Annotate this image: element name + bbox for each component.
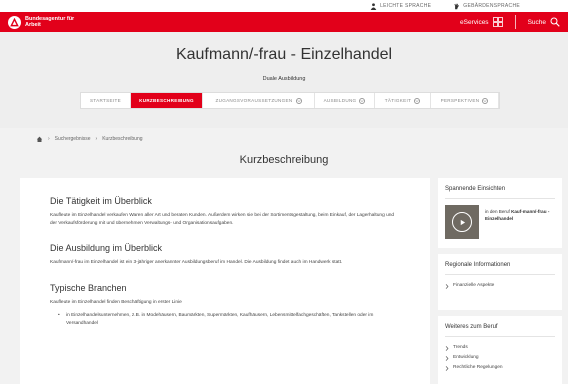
tab-ausbildung[interactable]: AUSBILDUNG (315, 93, 375, 108)
more-card: Weiteres zum Beruf Trends Entwicklung Re… (438, 316, 562, 384)
section-heading: Die Ausbildung im Überblick (50, 243, 163, 253)
eservices-label: eServices (460, 18, 489, 26)
link-trends[interactable]: Trends (445, 343, 555, 353)
tab-label: AUSBILDUNG (323, 98, 357, 103)
logo-link[interactable]: Bundesagentur für Arbeit (8, 15, 85, 29)
tab-label: ZUGANGSVORAUSSETZUNGEN (215, 98, 293, 103)
tab-label: STARTSEITE (90, 98, 121, 103)
tab-startseite[interactable]: STARTSEITE (81, 93, 131, 108)
tab-perspektiven[interactable]: PERSPEKTIVEN (431, 93, 499, 108)
play-icon (452, 212, 472, 232)
header-actions: eServices Suche (460, 15, 560, 29)
link-label: Entwicklung (453, 355, 479, 360)
section-tabs: STARTSEITE KURZBESCHREIBUNG ZUGANGSVORAU… (80, 92, 500, 109)
hero: Kaufmann/-frau - Einzelhandel Duale Ausb… (0, 32, 568, 128)
chevron-down-icon (482, 97, 489, 104)
link-label: Trends (453, 345, 468, 350)
tab-label: TÄTIGKEIT (384, 98, 412, 103)
page-subtitle: Duale Ausbildung (262, 76, 306, 82)
easy-language-label: LEICHTE SPRACHE (380, 3, 432, 9)
section-heading: Die Tätigkeit im Überblick (50, 196, 152, 206)
chevron-down-icon (414, 97, 421, 104)
tab-label: PERSPEKTIVEN (440, 98, 480, 103)
section-text: Kaufleute im Einzelhandel verkaufen Ware… (50, 213, 395, 226)
insights-video-link[interactable]: in den Beruf Kauf-mann/-frau - Einzelhan… (445, 205, 555, 239)
link-finanzielle-aspekte[interactable]: Finanzielle Aspekte (445, 281, 555, 291)
page-title: Kaufmann/-frau - Einzelhandel (175, 46, 393, 63)
insights-text-prefix: in den Beruf (485, 209, 510, 214)
section-title: Kurzbeschreibung (239, 154, 329, 166)
main-content: Die Tätigkeit im Überblick Kaufleute im … (20, 178, 430, 384)
chevron-right-icon (445, 283, 449, 289)
tab-kurzbeschreibung[interactable]: KURZBESCHREIBUNG (131, 93, 203, 108)
insights-title: Spannende Einsichten (445, 186, 555, 199)
breadcrumb-separator: › (95, 136, 98, 142)
tab-taetigkeit[interactable]: TÄTIGKEIT (375, 93, 431, 108)
section-taetigkeit: Die Tätigkeit im Überblick Kaufleute im … (50, 196, 400, 227)
regional-title: Regionale Informationen (445, 262, 555, 275)
sign-language-link[interactable]: GEBÄRDENSPRACHE (453, 3, 520, 10)
insights-text: in den Beruf Kauf-mann/-frau - Einzelhan… (485, 205, 555, 239)
list-item: in Einzelhandelsunternehmen, z.B. in Mod… (58, 312, 400, 327)
regional-card: Regionale Informationen Finanzielle Aspe… (438, 254, 562, 310)
insights-card: Spannende Einsichten in den Beruf Kauf-m… (438, 178, 562, 248)
breadcrumb-item: Kurzbeschreibung (102, 136, 143, 142)
tab-zugangsvoraussetzungen[interactable]: ZUGANGSVORAUSSETZUNGEN (203, 93, 315, 108)
hand-icon (454, 3, 460, 9)
ba-logo-icon (8, 15, 21, 29)
chevron-right-icon (445, 365, 449, 371)
chevron-right-icon (445, 355, 449, 361)
search-label: Suche (527, 18, 546, 26)
breadcrumb-separator: › (48, 136, 50, 142)
breadcrumb-item[interactable]: Suchergebnisse (55, 136, 91, 142)
logo-text: Bundesagentur für Arbeit (25, 16, 75, 28)
chevron-down-icon (359, 97, 366, 104)
link-label: Finanzielle Aspekte (453, 283, 495, 288)
link-label: Rechtliche Regelungen (453, 365, 503, 370)
person-icon (370, 2, 377, 10)
section-text: Kaufmann/-frau im Einzelhandel ist ein 3… (50, 260, 343, 265)
section-text: Kaufleute im Einzelhandel finden Beschäf… (50, 299, 182, 305)
utility-bar: LEICHTE SPRACHE GEBÄRDENSPRACHE (0, 0, 568, 12)
easy-language-link[interactable]: LEICHTE SPRACHE (370, 2, 432, 10)
chevron-right-icon (445, 345, 449, 351)
grid-icon (492, 17, 503, 27)
video-thumbnail[interactable] (445, 205, 479, 239)
section-heading: Typische Branchen (50, 282, 127, 293)
search-button[interactable]: Suche (516, 17, 560, 27)
section-ausbildung: Die Ausbildung im Überblick Kaufmann/-fr… (50, 243, 400, 267)
tab-label: KURZBESCHREIBUNG (139, 98, 194, 103)
eservices-button[interactable]: eServices (460, 17, 515, 27)
branchen-list: in Einzelhandelsunternehmen, z.B. in Mod… (50, 312, 400, 327)
breadcrumb: › Suchergebnisse › Kurzbeschreibung (36, 136, 143, 142)
link-rechtliche-regelungen[interactable]: Rechtliche Regelungen (445, 363, 555, 373)
site-header: Bundesagentur für Arbeit eServices Suche (0, 12, 568, 32)
sign-language-label: GEBÄRDENSPRACHE (463, 3, 520, 9)
chevron-down-icon (295, 97, 302, 104)
link-entwicklung[interactable]: Entwicklung (445, 353, 555, 363)
search-icon (550, 17, 560, 27)
section-branchen: Typische Branchen Kaufleute im Einzelhan… (50, 283, 400, 328)
home-icon[interactable] (36, 136, 43, 142)
more-title: Weiteres zum Beruf (445, 324, 555, 337)
